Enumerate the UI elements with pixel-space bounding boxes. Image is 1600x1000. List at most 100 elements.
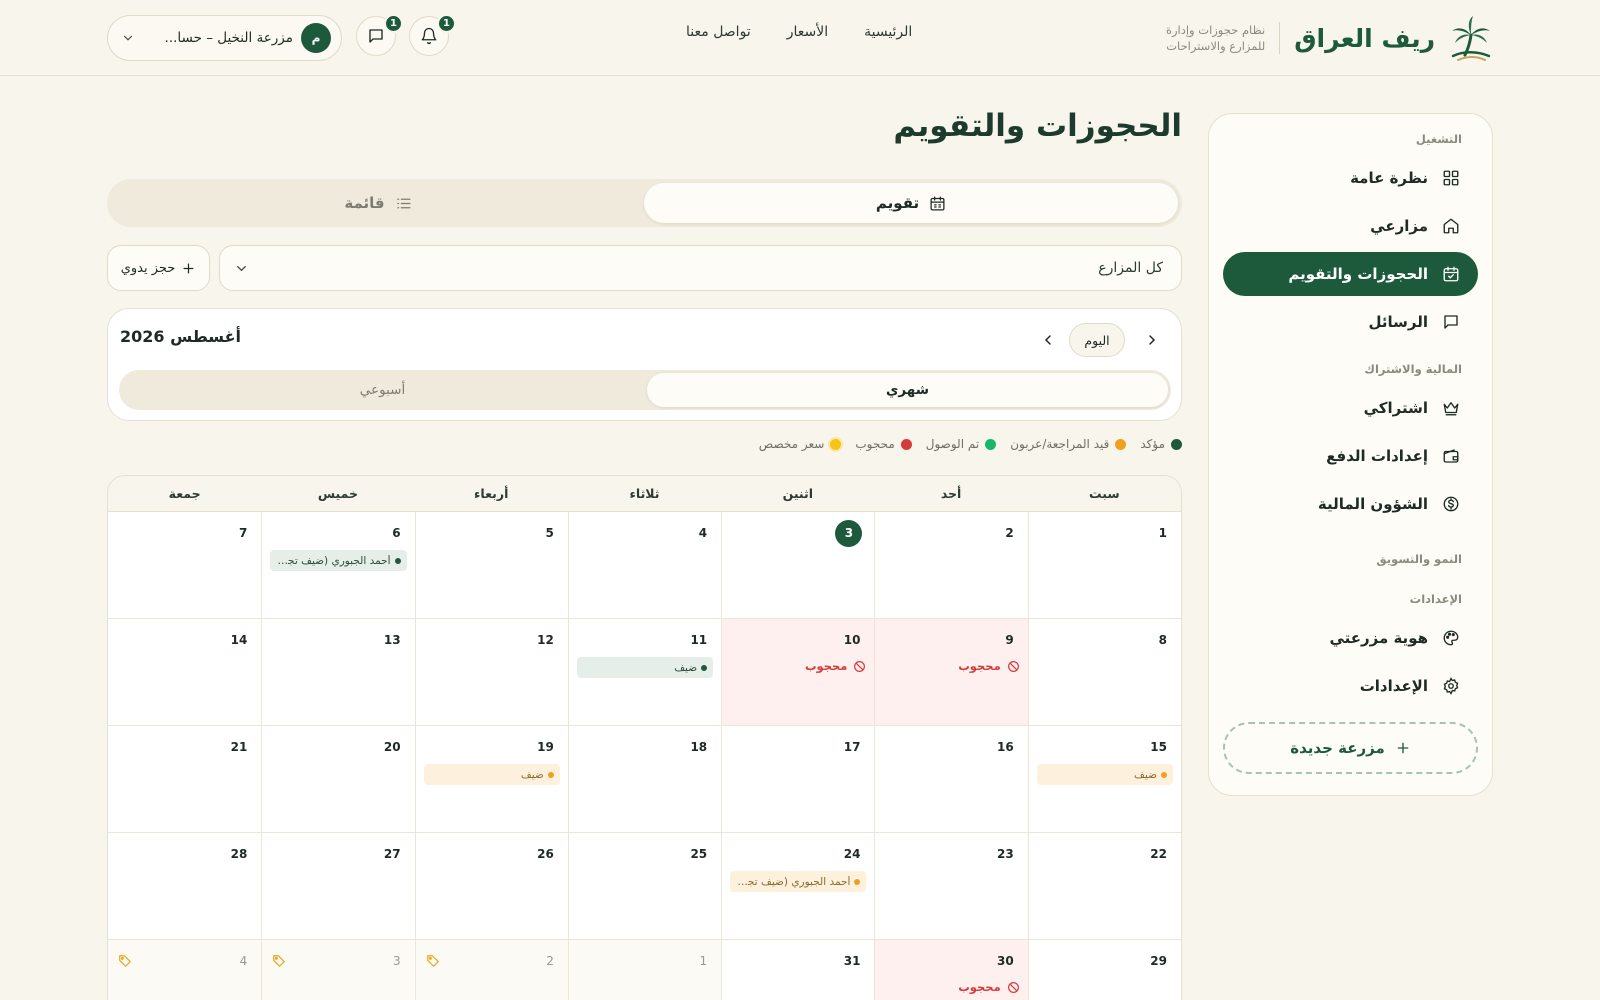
tab-list-label: قائمة (344, 194, 385, 212)
calendar-day-cell[interactable]: 10 محجوب (721, 619, 875, 726)
calendar-day-cell[interactable]: 13 (261, 619, 415, 726)
calendar-day-cell[interactable]: 5 (414, 512, 568, 619)
calendar-day-cell[interactable]: 25 (567, 833, 722, 940)
chevron-down-icon (234, 261, 249, 276)
calendar-day-cell[interactable]: 17 (721, 726, 875, 833)
palm-logo-icon (1449, 15, 1493, 61)
new-farm-button[interactable]: مزرعة جديدة (1223, 722, 1478, 774)
sidebar-item-overview[interactable]: نظرة عامة (1223, 156, 1478, 200)
day-number: 31 (843, 954, 861, 968)
messages-badge: 1 (384, 14, 403, 33)
calendar-day-cell[interactable]: 26 (414, 833, 568, 940)
calendar-day-cell[interactable]: 22 (1027, 833, 1181, 940)
manual-booking-label: حجز يدوي (120, 260, 176, 276)
brand-name: ريف العراق (1294, 23, 1435, 53)
tab-weekly[interactable]: أسبوعي (122, 373, 643, 407)
sidebar-item-messages[interactable]: الرسائل (1223, 300, 1478, 344)
calendar-day-cell[interactable]: 3 (721, 512, 875, 619)
calendar-day-cell[interactable]: 21 (108, 726, 262, 833)
today-button[interactable]: اليوم (1069, 323, 1125, 357)
calendar-day-cell[interactable]: 2 (874, 512, 1028, 619)
booking-chip[interactable]: أحمد الجبوري (ضيف تجريبي) (270, 550, 407, 571)
booking-chip[interactable]: ضيف (423, 764, 560, 785)
calendar-day-cell[interactable]: 27 (261, 833, 415, 940)
calendar-day-cell[interactable]: 2 (414, 940, 568, 1000)
sidebar-item-my-farms[interactable]: مزارعي (1223, 204, 1478, 248)
farm-filter-value: كل المزارع (1098, 260, 1163, 276)
weekday-label: أربعاء (474, 486, 509, 501)
calendar-day-cell[interactable]: 11 ضيف (567, 619, 722, 726)
gear-icon (1442, 677, 1460, 695)
calendar-day-cell[interactable]: 28 (108, 833, 262, 940)
notifications-button[interactable]: 1 (409, 14, 456, 56)
calendar-day-cell[interactable]: 3 (261, 940, 415, 1000)
sidebar-item-bookings-calendar[interactable]: الحجوزات والتقويم (1223, 252, 1478, 296)
messages-button[interactable]: 1 (356, 14, 403, 56)
tab-list[interactable]: قائمة (111, 183, 645, 223)
calendar-day-cell[interactable]: 1 (567, 940, 722, 1000)
calendar-day-cell[interactable]: 8 (1027, 619, 1181, 726)
booking-chip[interactable]: أحمد الجبوري (ضيف تجريبي) (730, 871, 867, 892)
calendar-day-cell[interactable]: 30 محجوب (874, 940, 1028, 1000)
calendar-day-cell[interactable]: 9 محجوب (874, 619, 1028, 726)
chevron-right-icon (1139, 327, 1165, 353)
sidebar-item-subscription[interactable]: اشتراكي (1223, 386, 1478, 430)
calendar-day-cell[interactable]: 20 (261, 726, 415, 833)
plus-icon (1395, 740, 1411, 756)
legend-arrived: تم الوصول (926, 437, 997, 451)
day-number: 4 (239, 954, 248, 968)
weekday-label: جمعة (168, 486, 201, 501)
booking-chip[interactable]: ضيف (1036, 764, 1173, 785)
calendar-day-cell[interactable]: 12 (414, 619, 568, 726)
sidebar-item-payment-settings[interactable]: إعدادات الدفع (1223, 434, 1478, 478)
calendar-day-cell[interactable]: 7 (108, 512, 262, 619)
sidebar-section-operations: التشغيل (1415, 132, 1462, 146)
brand[interactable]: ريف العراق نظام حجوزات وإدارة للمزارع وا… (1157, 14, 1493, 62)
calendar-day-cell[interactable]: 4 (108, 940, 262, 1000)
farm-switcher[interactable]: م مزرعة النخيل – حسا... (107, 15, 342, 61)
calendar-day-cell[interactable]: 4 (567, 512, 722, 619)
calendar-day-cell[interactable]: 16 (874, 726, 1028, 833)
blocked-label: محجوب (958, 659, 1001, 673)
prev-month-button[interactable] (1035, 327, 1061, 353)
next-month-button[interactable] (1139, 327, 1165, 353)
legend-dot (1115, 438, 1127, 450)
nav-home[interactable]: الرئيسية (864, 24, 912, 40)
sidebar-item-farm-identity[interactable]: هوية مزرعتي (1223, 616, 1478, 660)
calendar-day-cell[interactable]: 18 (567, 726, 722, 833)
tab-monthly[interactable]: شهري (647, 373, 1168, 407)
sidebar-item-finance[interactable]: الشؤون المالية (1223, 482, 1478, 526)
day-number: 17 (843, 740, 861, 754)
day-number: 30 (997, 954, 1014, 968)
calendar-mode-toggle: شهري أسبوعي (119, 370, 1171, 410)
sidebar-section-finance: المالية والاشتراك (1364, 362, 1462, 376)
ban-icon (1007, 981, 1020, 994)
tab-calendar[interactable]: تقويم (644, 183, 1178, 223)
calendar-day-cell[interactable]: 19 ضيف (414, 726, 568, 833)
nav-contact[interactable]: تواصل معنا (686, 24, 751, 40)
booking-chip[interactable]: ضيف (576, 657, 714, 678)
view-toggle: تقويم قائمة (107, 179, 1182, 227)
day-number: 9 (1005, 633, 1014, 647)
calendar-day-cell[interactable]: 31 (721, 940, 875, 1000)
calendar-day-cell[interactable]: 6 أحمد الجبوري (ضيف تجريبي) (261, 512, 415, 619)
legend-dot (1171, 438, 1182, 450)
calendar-day-cell[interactable]: 23 (874, 833, 1028, 940)
day-number: 11 (690, 633, 708, 647)
sidebar-item-settings[interactable]: الإعدادات (1223, 664, 1478, 708)
calendar-day-cell[interactable]: 1 (1027, 512, 1181, 619)
farm-filter-select[interactable]: كل المزارع (219, 245, 1182, 291)
manual-booking-button[interactable]: حجز يدوي (107, 245, 210, 291)
nav-pricing[interactable]: الأسعار (787, 24, 828, 40)
calendar-day-cell[interactable]: 14 (108, 619, 262, 726)
legend-dot (985, 438, 997, 450)
avatar: م (301, 23, 331, 53)
weekday-label: أحد (940, 486, 962, 501)
calendar-day-cell[interactable]: 15 ضيف (1027, 726, 1181, 833)
weekday-header: سبت أحد اثنين ثلاثاء أربعاء خميس جمعة (108, 476, 1181, 512)
palette-icon (1442, 629, 1460, 647)
calendar-day-cell[interactable]: 24 أحمد الجبوري (ضيف تجريبي) (721, 833, 875, 940)
calendar-day-cell[interactable]: 29 (1027, 940, 1181, 1000)
day-number: 10 (843, 633, 861, 647)
day-number: 20 (383, 740, 401, 754)
